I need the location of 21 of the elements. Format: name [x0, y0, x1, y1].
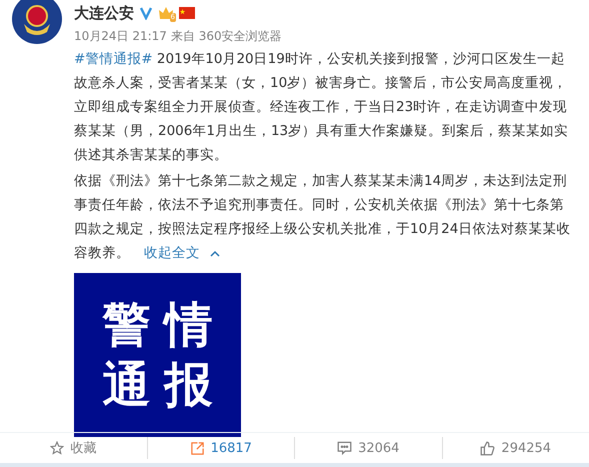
author-name[interactable]: 大连公安 [74, 4, 134, 22]
post-paragraph: #警情通报# 2019年10月20日19时许，公安机关接到报警，沙河口区发生一起故意杀人案，受害者某某（女，10岁）被害身亡。接警后，市公安局高度重视，立即组成专案组全力开展侦查。经连夜工作，于当日23时许，在走访调查中发现蔡某某（男，2006年1月出生，13岁）具有重大作案嫌疑。到案后，蔡某某如实供述其杀害某某的事实。 [74, 50, 570, 165]
star-icon [50, 441, 64, 455]
topic-link[interactable]: #警情通报# [74, 51, 153, 67]
post-paragraph: 依据《刑法》第十七条第二款之规定，加害人蔡某某未满14周岁，未达到法定刑事责任年龄，依法不予追究刑事责任。同时，公安机关依据《刑法》第十七条第四款之规定，按照法定程序报经上级公安机关批准，于10月24日依法对蔡某某收容教养。 收起全文 [74, 169, 574, 265]
favorite-button[interactable]: 收藏 [0, 437, 146, 459]
avatar-emblem-icon[interactable] [12, 0, 62, 44]
comment-button[interactable]: 32064 [294, 437, 442, 459]
image-caption: 通报 [102, 358, 226, 412]
thumbs-up-icon [480, 440, 496, 456]
image-caption: 警情 [102, 298, 226, 352]
collapse-link[interactable]: 收起全文 [144, 241, 220, 265]
repost-button[interactable]: 16817 [146, 437, 294, 459]
like-button[interactable]: 294254 [442, 437, 589, 459]
post-time[interactable]: 10月24日 21:17 [74, 28, 167, 45]
caret-up-icon [210, 250, 220, 256]
post-source: 来自 360安全浏览器 [170, 28, 282, 45]
flag-icon [179, 7, 195, 19]
share-icon [190, 440, 205, 456]
comment-icon [337, 441, 352, 455]
post-image[interactable]: 警情 通报 [74, 273, 241, 437]
